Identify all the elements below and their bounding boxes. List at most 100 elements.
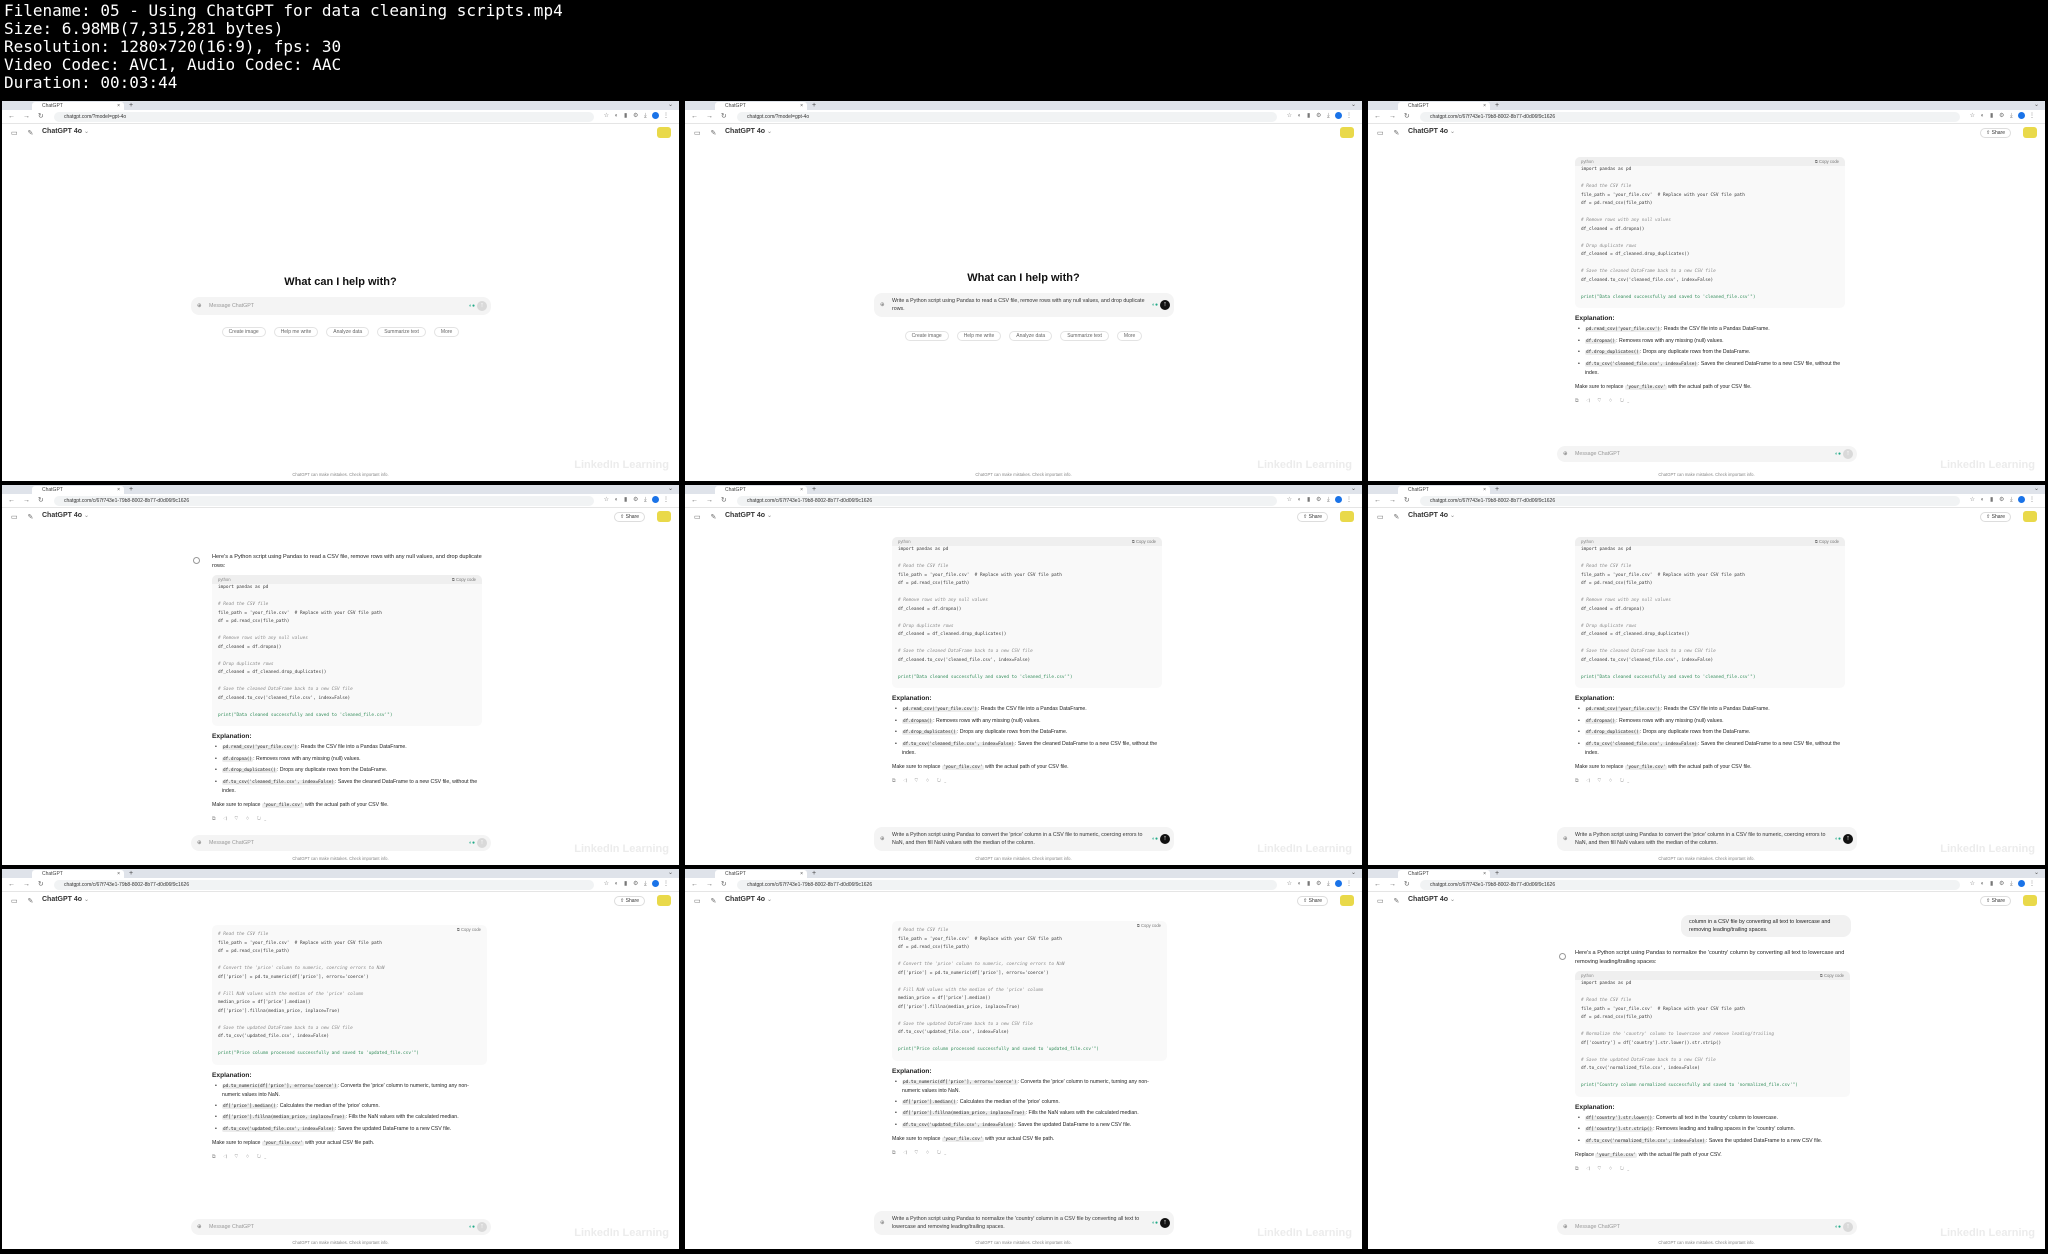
suggestion-chip[interactable]: Summarize text <box>1060 331 1109 341</box>
suggestion-chip[interactable]: Analyze data <box>326 327 370 337</box>
share-button[interactable]: ⇧ Share <box>614 512 645 522</box>
message-composer[interactable]: ⊕ Write a Python script using Pandas to … <box>874 293 1174 317</box>
nav-buttons[interactable]: ← → ↻ <box>1374 496 1413 504</box>
voice-icon[interactable]: ◐● <box>1152 835 1158 843</box>
address-bar[interactable]: chatgpt.com/c/67f743e1-79b8-8002-8b77-d0… <box>737 880 1277 890</box>
sidebar-toggle-icon[interactable]: ▭ ✎ <box>694 897 720 905</box>
model-selector[interactable]: ChatGPT 4o ⌄ <box>42 128 89 135</box>
message-actions[interactable]: ⧉ ◁ ♡ ♢ ↻⌄ <box>212 815 482 824</box>
attach-icon[interactable]: ⊕ <box>197 1223 201 1231</box>
model-selector[interactable]: ChatGPT 4o ⌄ <box>1408 512 1455 519</box>
extensions[interactable]: ☆ ◐ ▮ ⚙ ⤓ ⋮ <box>604 496 671 504</box>
browser-tab[interactable]: ChatGPT × <box>32 870 124 878</box>
browser-tab[interactable]: ChatGPT × <box>715 486 807 494</box>
new-tab-icon[interactable]: + <box>129 869 133 878</box>
suggestion-chip[interactable]: Help me write <box>956 331 1002 341</box>
message-actions[interactable]: ⧉ ◁ ♡ ♢ ↻⌄ <box>1575 1165 1850 1174</box>
suggestion-chip[interactable]: Help me write <box>273 327 319 337</box>
send-button[interactable]: ↑ <box>1843 449 1853 459</box>
window-menu-icon[interactable]: ⌄ <box>2034 101 2039 110</box>
sidebar-toggle-icon[interactable]: ▭ ✎ <box>11 129 37 137</box>
model-selector[interactable]: ChatGPT 4o ⌄ <box>1408 896 1455 903</box>
extensions[interactable]: ☆ ◐ ▮ ⚙ ⤓ ⋮ <box>1287 112 1354 120</box>
avatar[interactable] <box>657 511 671 522</box>
composer-text[interactable]: Write a Python script using Pandas to no… <box>892 1215 1152 1231</box>
extensions[interactable]: ☆ ◐ ▮ ⚙ ⤓ ⋮ <box>1970 880 2037 888</box>
sidebar-toggle-icon[interactable]: ▭ ✎ <box>694 129 720 137</box>
browser-tab[interactable]: ChatGPT × <box>715 870 807 878</box>
send-button[interactable]: ↑ <box>477 301 487 311</box>
address-bar[interactable]: chatgpt.com/c/67f743e1-79b8-8002-8b77-d0… <box>54 880 594 890</box>
address-bar[interactable]: chatgpt.com/c/67f743e1-79b8-8002-8b77-d0… <box>737 496 1277 506</box>
sidebar-toggle-icon[interactable]: ▭ ✎ <box>1377 513 1403 521</box>
message-actions[interactable]: ⧉ ◁ ♡ ♢ ↻⌄ <box>1575 397 1845 406</box>
attach-icon[interactable]: ⊕ <box>880 835 884 843</box>
composer-placeholder[interactable]: Message ChatGPT <box>209 839 469 847</box>
close-tab-icon[interactable]: × <box>117 486 120 494</box>
window-menu-icon[interactable]: ⌄ <box>668 101 673 110</box>
attach-icon[interactable]: ⊕ <box>1563 450 1567 458</box>
suggestion-chip[interactable]: Create image <box>221 327 266 337</box>
avatar[interactable] <box>1340 511 1354 522</box>
close-tab-icon[interactable]: × <box>800 102 803 110</box>
send-button[interactable]: ↑ <box>1843 834 1853 844</box>
extensions[interactable]: ☆ ◐ ▮ ⚙ ⤓ ⋮ <box>1287 880 1354 888</box>
model-selector[interactable]: ChatGPT 4o ⌄ <box>42 896 89 903</box>
suggestion-chip[interactable]: Create image <box>904 331 949 341</box>
send-button[interactable]: ↑ <box>477 838 487 848</box>
voice-icon[interactable]: ◐● <box>469 1223 475 1231</box>
new-tab-icon[interactable]: + <box>129 101 133 110</box>
browser-tab[interactable]: ChatGPT × <box>1398 102 1490 110</box>
voice-icon[interactable]: ◐● <box>1835 835 1841 843</box>
attach-icon[interactable]: ⊕ <box>197 839 201 847</box>
copy-code-button[interactable]: ⧉ Copy code <box>1820 971 1844 980</box>
composer-text[interactable]: Write a Python script using Pandas to co… <box>1575 831 1835 847</box>
avatar[interactable] <box>657 127 671 138</box>
avatar[interactable] <box>657 895 671 906</box>
avatar[interactable] <box>2023 895 2037 906</box>
new-tab-icon[interactable]: + <box>812 101 816 110</box>
address-bar[interactable]: chatgpt.com/?model=gpt-4o <box>54 112 594 122</box>
browser-tab[interactable]: ChatGPT × <box>1398 486 1490 494</box>
avatar[interactable] <box>1340 895 1354 906</box>
message-actions[interactable]: ⧉ ◁ ♡ ♢ ↻⌄ <box>892 1149 1167 1158</box>
browser-tab[interactable]: ChatGPT × <box>32 102 124 110</box>
new-tab-icon[interactable]: + <box>1495 101 1499 110</box>
composer-placeholder[interactable]: Message ChatGPT <box>209 1223 469 1231</box>
address-bar[interactable]: chatgpt.com/?model=gpt-4o <box>737 112 1277 122</box>
window-menu-icon[interactable]: ⌄ <box>1351 485 1356 494</box>
copy-code-button[interactable]: ⧉ Copy code <box>457 925 481 934</box>
attach-icon[interactable]: ⊕ <box>1563 835 1567 843</box>
sidebar-toggle-icon[interactable]: ▭ ✎ <box>1377 897 1403 905</box>
new-tab-icon[interactable]: + <box>1495 485 1499 494</box>
profile-icon[interactable] <box>2018 880 2026 887</box>
message-composer[interactable]: ⊕ Message ChatGPT ◐● ↑ <box>191 835 491 851</box>
message-composer[interactable]: ⊕ Message ChatGPT ◐● ↑ <box>1557 1219 1857 1235</box>
model-selector[interactable]: ChatGPT 4o ⌄ <box>725 128 772 135</box>
send-button[interactable]: ↑ <box>1843 1222 1853 1232</box>
share-button[interactable]: ⇧ Share <box>1980 128 2011 138</box>
nav-buttons[interactable]: ← → ↻ <box>691 496 730 504</box>
browser-tab[interactable]: ChatGPT × <box>715 102 807 110</box>
new-tab-icon[interactable]: + <box>1495 869 1499 878</box>
copy-code-button[interactable]: ⧉ Copy code <box>452 575 476 584</box>
voice-icon[interactable]: ◐● <box>1152 1219 1158 1227</box>
share-button[interactable]: ⇧ Share <box>1980 896 2011 906</box>
sidebar-toggle-icon[interactable]: ▭ ✎ <box>11 897 37 905</box>
window-menu-icon[interactable]: ⌄ <box>2034 485 2039 494</box>
voice-icon[interactable]: ◐● <box>469 839 475 847</box>
address-bar[interactable]: chatgpt.com/c/67f743e1-79b8-8002-8b77-d0… <box>1420 496 1960 506</box>
composer-text[interactable]: Write a Python script using Pandas to co… <box>892 831 1152 847</box>
new-tab-icon[interactable]: + <box>129 485 133 494</box>
browser-tab[interactable]: ChatGPT × <box>32 486 124 494</box>
composer-placeholder[interactable]: Message ChatGPT <box>1575 1223 1835 1231</box>
window-menu-icon[interactable]: ⌄ <box>668 869 673 878</box>
extensions[interactable]: ☆ ◐ ▮ ⚙ ⤓ ⋮ <box>1970 112 2037 120</box>
nav-buttons[interactable]: ← → ↻ <box>1374 880 1413 888</box>
suggestion-chip[interactable]: More <box>1116 331 1143 341</box>
voice-icon[interactable]: ◐● <box>1835 450 1841 458</box>
new-tab-icon[interactable]: + <box>812 869 816 878</box>
close-tab-icon[interactable]: × <box>1483 486 1486 494</box>
send-button[interactable]: ↑ <box>1160 300 1170 310</box>
message-composer[interactable]: ⊕ Write a Python script using Pandas to … <box>1557 827 1857 851</box>
